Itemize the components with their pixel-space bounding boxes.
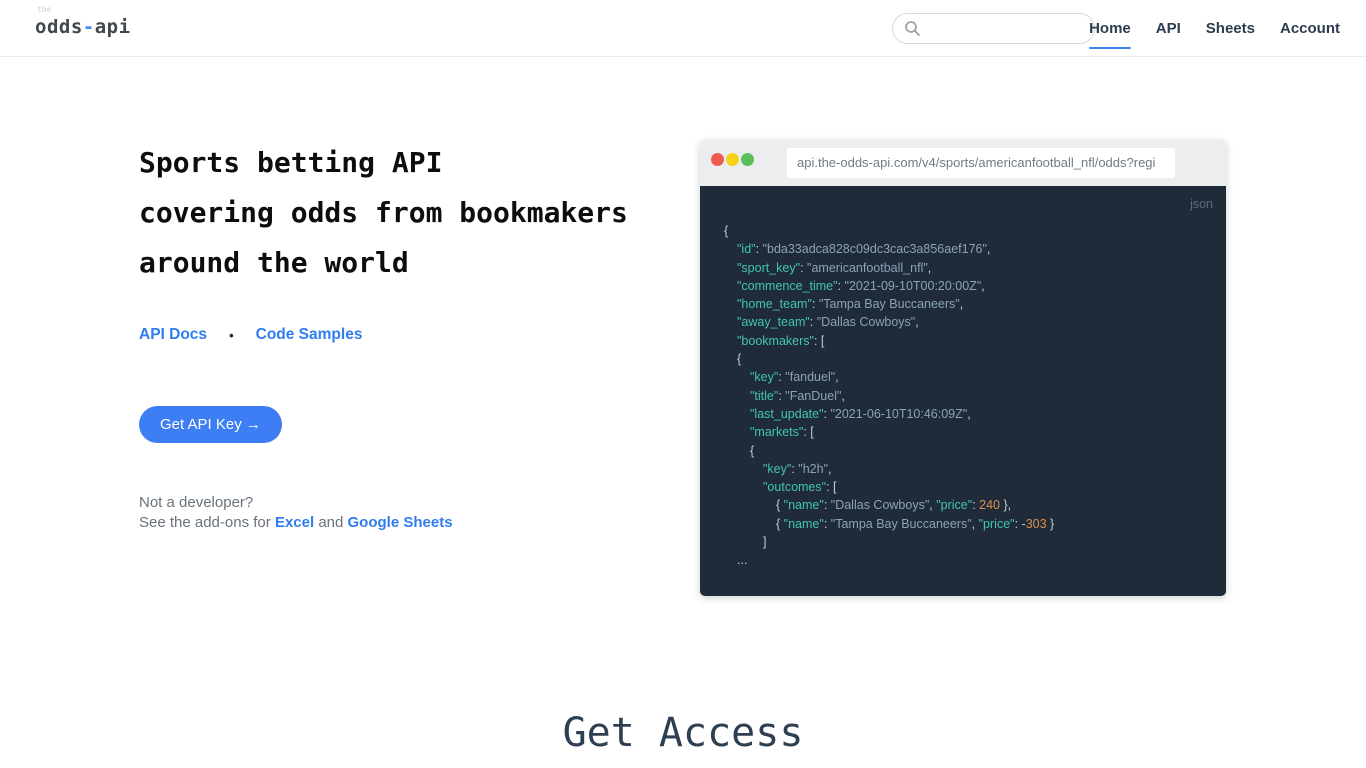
excel-link[interactable]: Excel: [275, 514, 314, 531]
page-title: Sports betting API covering odds from bo…: [139, 138, 679, 288]
code-samples-link[interactable]: Code Samples: [256, 326, 363, 344]
traffic-light-yellow-icon: [726, 153, 739, 166]
code-window-body: json {"id": "bda33adca828c09dc3cac3a856a…: [700, 186, 1226, 596]
search-input[interactable]: [927, 21, 1084, 36]
addons-note: Not a developer? See the add-ons for Exc…: [139, 493, 453, 532]
main-nav: Home API Sheets Account: [1089, 0, 1340, 57]
code-window: api.the-odds-api.com/v4/sports/americanf…: [700, 140, 1226, 596]
code-window-titlebar: api.the-odds-api.com/v4/sports/americanf…: [700, 140, 1226, 186]
search-box[interactable]: [892, 13, 1095, 44]
search-icon: [904, 20, 921, 37]
nav-item-account[interactable]: Account: [1280, 0, 1340, 57]
title-line: covering odds from bookmakers: [139, 188, 679, 238]
note-and: and: [318, 514, 343, 531]
title-line: around the world: [139, 238, 679, 288]
note-line1: Not a developer?: [139, 493, 453, 513]
logo[interactable]: the odds-api: [35, 6, 131, 40]
logo-hyphen: -: [83, 16, 95, 38]
api-docs-link[interactable]: API Docs: [139, 326, 207, 344]
nav-item-sheets[interactable]: Sheets: [1206, 0, 1255, 57]
google-sheets-link[interactable]: Google Sheets: [348, 514, 453, 531]
json-code-block: {"id": "bda33adca828c09dc3cac3a856aef176…: [724, 222, 1218, 570]
get-api-key-button[interactable]: Get API Key →: [139, 406, 282, 443]
url-bar[interactable]: api.the-odds-api.com/v4/sports/americanf…: [787, 148, 1175, 178]
title-line: Sports betting API: [139, 138, 679, 188]
header: the odds-api Home API Sheets Account: [0, 0, 1366, 57]
logo-text: odds-api: [35, 16, 131, 38]
note-line2: See the add-ons for Excel and Google She…: [139, 513, 453, 533]
language-badge: json: [1190, 197, 1213, 211]
traffic-light-green-icon: [741, 153, 754, 166]
nav-item-home[interactable]: Home: [1089, 0, 1131, 57]
note-prefix: See the add-ons for: [139, 514, 271, 531]
traffic-light-red-icon: [711, 153, 724, 166]
hero-links: API Docs • Code Samples: [139, 326, 362, 344]
separator-dot: •: [229, 328, 234, 343]
section-title-get-access: Get Access: [0, 710, 1366, 756]
logo-the-text: the: [37, 6, 131, 14]
nav-item-api[interactable]: API: [1156, 0, 1181, 57]
